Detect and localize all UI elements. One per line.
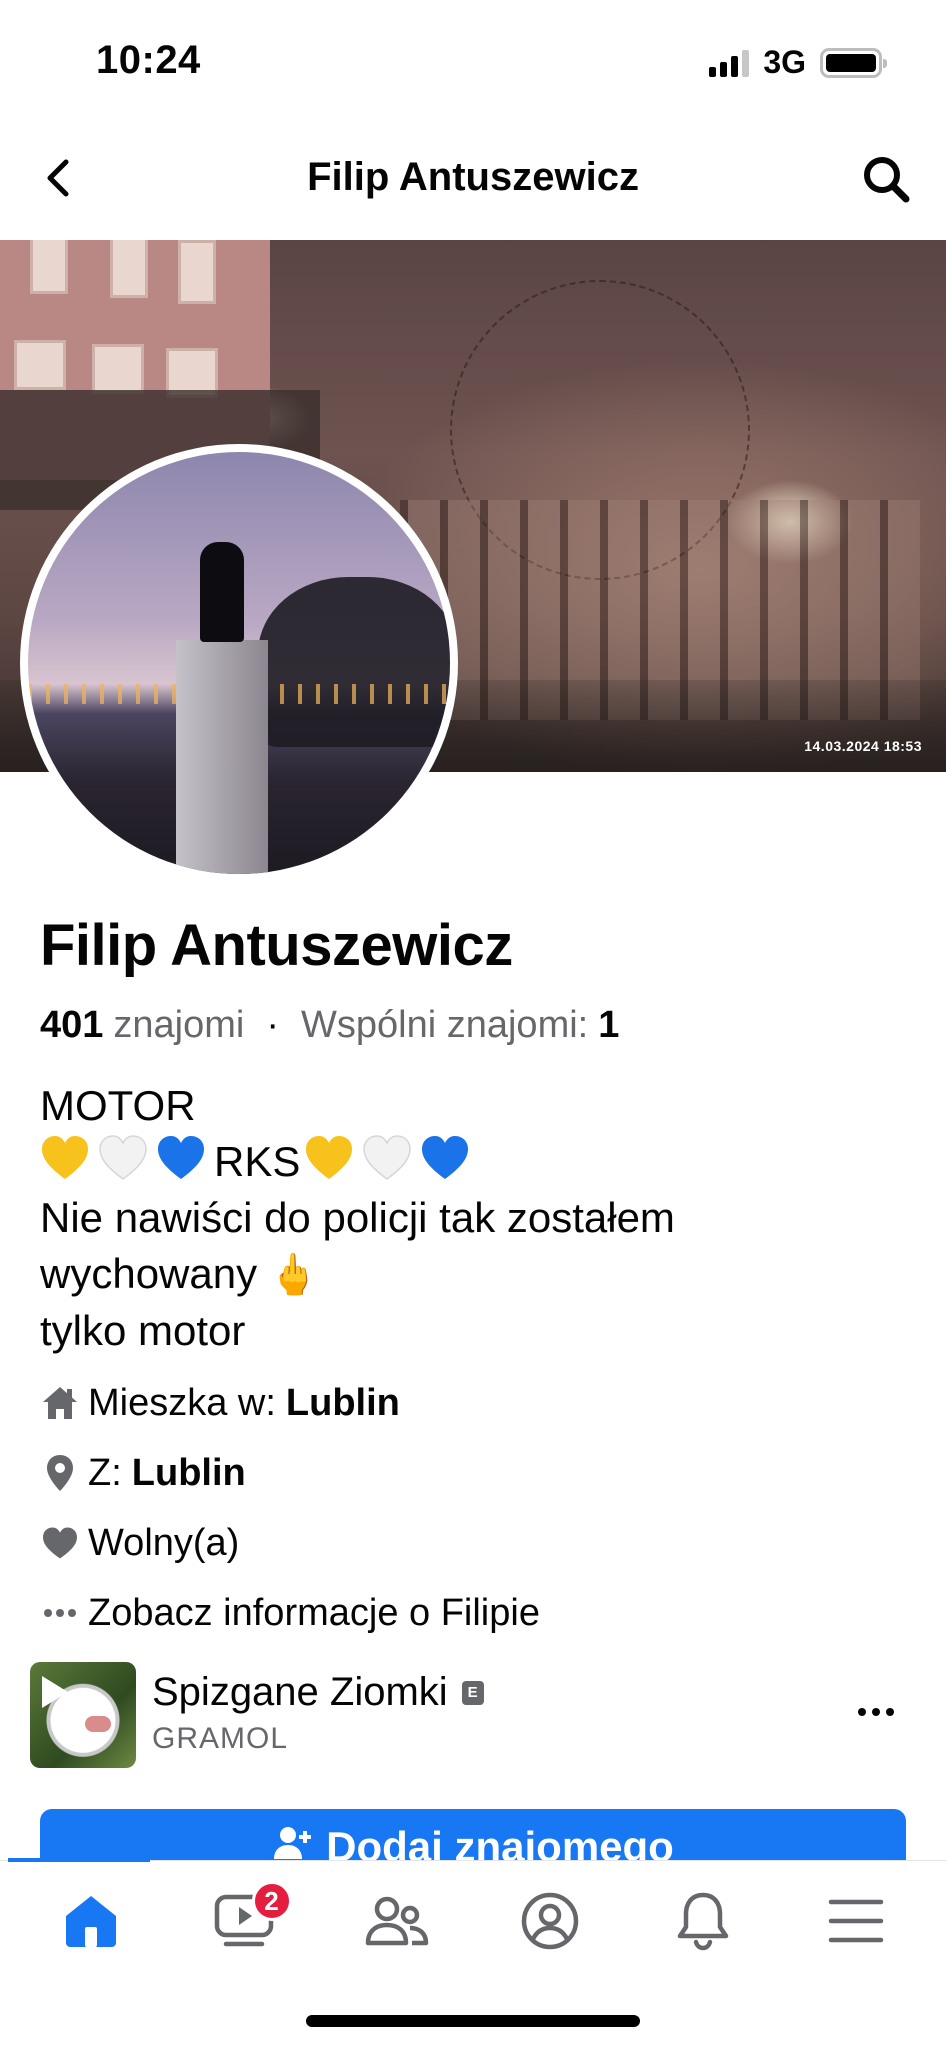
group-name-text: Spizgane Ziomki [152, 1670, 448, 1714]
more-dots-icon [40, 1593, 80, 1633]
white-heart-icon [99, 1135, 147, 1180]
bio-line-2: RKS [40, 1134, 920, 1190]
detail-see-about[interactable]: Zobacz informacje o Filipie [40, 1578, 920, 1648]
menu-icon [828, 1899, 883, 1943]
lives-in-label: Mieszka w: [88, 1381, 276, 1424]
friends-summary[interactable]: 401 znajomi · Wspólni znajomi: 1 [40, 1004, 619, 1047]
house-icon [40, 1383, 80, 1423]
nav-header: Filip Antuszewicz [0, 125, 946, 240]
page-title: Filip Antuszewicz [307, 155, 639, 199]
see-about-link[interactable]: Zobacz informacje o Filipie [88, 1592, 540, 1635]
group-name[interactable]: Spizgane Ziomki E [152, 1670, 484, 1715]
tab-home[interactable] [41, 1871, 141, 1971]
bio-line-3: Nie nawiści do policji tak zostałem [40, 1194, 675, 1241]
bio-rks-text: RKS [214, 1138, 301, 1185]
relationship-status: Wolny(a) [88, 1521, 240, 1564]
group-subtitle: GRAMOL [152, 1722, 289, 1755]
bio-line-5: tylko motor [40, 1307, 246, 1354]
profile-icon [521, 1892, 578, 1950]
detail-lives-in: Mieszka w: Lublin [40, 1368, 920, 1438]
tab-profile[interactable] [500, 1871, 600, 1971]
play-icon [42, 1676, 68, 1708]
blue-heart-icon [158, 1136, 204, 1179]
middle-finger-emoji-icon: 🖕 [268, 1253, 319, 1297]
tab-friends[interactable] [347, 1871, 447, 1971]
white-heart-icon [363, 1135, 412, 1180]
featured-group[interactable]: Spizgane Ziomki E GRAMOL [30, 1662, 916, 1770]
heart-icon [40, 1523, 80, 1563]
group-thumbnail[interactable] [30, 1662, 136, 1768]
blue-heart-icon [422, 1136, 469, 1179]
photo-timestamp: 14.03.2024 18:53 [804, 738, 922, 754]
mutual-friends-label: Wspólni znajomi: [301, 1004, 589, 1046]
explicit-badge: E [461, 1680, 484, 1705]
location-pin-icon [40, 1453, 80, 1493]
yellow-heart-icon [42, 1136, 88, 1179]
signal-icon [709, 49, 750, 77]
bell-icon [677, 1892, 728, 1951]
friends-label: znajomi [113, 1004, 245, 1046]
from-label: Z: [88, 1451, 122, 1494]
tab-notifications[interactable] [653, 1871, 753, 1971]
status-indicators: 3G [709, 44, 887, 81]
tab-menu[interactable] [806, 1871, 906, 1971]
separator-dot: · [266, 1004, 280, 1046]
detail-relationship: Wolny(a) [40, 1508, 920, 1578]
friends-count: 401 [40, 1004, 104, 1046]
profile-bio: MOTOR RKS Nie nawiści do policji tak zos… [40, 1078, 920, 1359]
detail-from: Z: Lublin [40, 1438, 920, 1508]
status-bar: 10:24 3G [0, 0, 946, 125]
lives-in-value[interactable]: Lublin [286, 1382, 400, 1425]
more-options-button[interactable] [846, 1692, 906, 1732]
profile-avatar[interactable] [20, 444, 458, 882]
profile-name: Filip Antuszewicz [40, 913, 513, 978]
battery-icon [820, 47, 887, 78]
tab-video[interactable]: 2 [194, 1871, 294, 1971]
home-indicator [306, 2015, 640, 2027]
bio-line-1: MOTOR [40, 1082, 196, 1129]
mutual-friends-count: 1 [598, 1004, 620, 1046]
friends-icon [365, 1896, 428, 1946]
home-icon [65, 1896, 116, 1947]
status-time: 10:24 [96, 38, 201, 82]
yellow-heart-icon [306, 1136, 353, 1179]
bio-line-4-text: wychowany [40, 1250, 258, 1297]
search-button[interactable] [856, 149, 916, 209]
bio-line-4: wychowany 🖕 [40, 1246, 920, 1303]
from-value[interactable]: Lublin [132, 1452, 246, 1495]
video-notification-badge: 2 [251, 1881, 292, 1921]
search-icon [864, 157, 910, 203]
bottom-tab-bar: 2 [0, 1858, 946, 2048]
profile-details: Mieszka w: Lublin Z: Lublin Wolny(a) Zob… [40, 1368, 920, 1648]
network-type: 3G [763, 44, 806, 80]
